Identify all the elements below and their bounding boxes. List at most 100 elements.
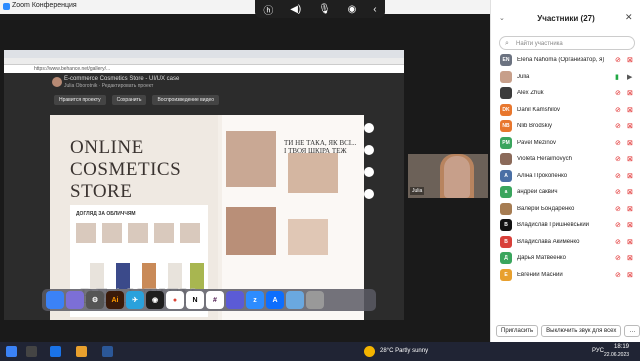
save-button[interactable]: Сохранить	[111, 95, 147, 105]
participant-avatar	[500, 70, 512, 83]
clock-time[interactable]: 18:19	[614, 344, 629, 350]
like-button[interactable]: Нравится проекту	[54, 95, 106, 105]
launchpad-icon[interactable]	[66, 291, 84, 309]
participant-row[interactable]: В Владислав Гришневський ⊘ ⊠	[491, 217, 640, 234]
author-avatar[interactable]	[52, 77, 62, 87]
windows-start-icon[interactable]	[6, 346, 17, 357]
notion-icon[interactable]: N	[186, 291, 204, 309]
participant-row[interactable]: EN Elena Nahoma (Организатор, я) ⊘ ⊠	[491, 52, 640, 69]
participant-row[interactable]: а андрей саквич ⊘ ⊠	[491, 184, 640, 201]
video-off-icon[interactable]: ⊠	[627, 238, 633, 246]
participant-search-input[interactable]: ⌕ Найти участника	[499, 36, 635, 50]
weather-icon[interactable]	[364, 346, 375, 357]
project-subtitle[interactable]: Julia Oborotnik · Редактировать проект	[64, 83, 153, 89]
illustrator-icon[interactable]: Ai	[106, 291, 124, 309]
video-off-icon[interactable]: ⊠	[627, 122, 633, 130]
hp-icon[interactable]: ⓗ	[263, 2, 273, 17]
invite-button[interactable]: Пригласить	[496, 325, 539, 337]
video-off-icon[interactable]: ⊠	[627, 221, 633, 229]
participant-name: Julia	[517, 73, 530, 80]
video-off-icon[interactable]: ⊠	[627, 56, 633, 64]
figma-icon[interactable]: ◉	[146, 291, 164, 309]
self-video-tile[interactable]: Julia	[408, 154, 488, 198]
chrome-icon[interactable]: ●	[166, 291, 184, 309]
settings-icon[interactable]: ⚙	[86, 291, 104, 309]
edge-icon[interactable]	[50, 346, 61, 357]
microphone-muted-icon[interactable]: ⊘	[615, 205, 621, 213]
participant-avatar	[500, 202, 512, 215]
zoom-logo-icon	[3, 3, 10, 10]
file-explorer-icon[interactable]	[76, 346, 87, 357]
microphone-muted-icon[interactable]: ⊘	[615, 254, 621, 262]
microphone-on-icon[interactable]: ▮	[615, 73, 619, 81]
finder-icon[interactable]	[46, 291, 64, 309]
slack-icon[interactable]: #	[206, 291, 224, 309]
microphone-muted-icon[interactable]: ⊘	[615, 106, 621, 114]
video-off-icon[interactable]: ⊠	[627, 188, 633, 196]
video-on-icon[interactable]: ▶	[627, 73, 632, 81]
app-store-icon[interactable]: A	[266, 291, 284, 309]
chevron-left-icon[interactable]: ‹	[373, 4, 376, 15]
trash-icon[interactable]	[306, 291, 324, 309]
zoom-icon[interactable]: z	[246, 291, 264, 309]
microphone-muted-icon[interactable]: ⊘	[615, 155, 621, 163]
participant-name: андрей саквич	[517, 189, 558, 196]
participant-row[interactable]: DK Danil Kamshilov ⊘ ⊠	[491, 102, 640, 119]
search-icon[interactable]	[26, 346, 37, 357]
participant-row[interactable]: Julia ▮ ▶	[491, 69, 640, 86]
microphone-muted-icon[interactable]: ⊘	[615, 139, 621, 147]
word-icon[interactable]	[102, 346, 113, 357]
microphone-muted-icon[interactable]: ⊘	[615, 221, 621, 229]
browser-tab-strip[interactable]	[4, 50, 404, 58]
category-thumb	[128, 223, 148, 243]
video-off-icon[interactable]: ⊠	[627, 254, 633, 262]
weather-text[interactable]: 28°C Partly sunny	[380, 348, 428, 354]
volume-icon[interactable]: ◀)	[290, 4, 301, 15]
participant-row[interactable]: Violeta Heraimovych ⊘ ⊠	[491, 151, 640, 168]
microphone-muted-icon[interactable]: ⊘	[615, 56, 621, 64]
microphone-muted-icon[interactable]: ⊘	[615, 238, 621, 246]
participant-row[interactable]: Валерій Бондаренко ⊘ ⊠	[491, 201, 640, 218]
participant-avatar: В	[500, 219, 512, 232]
folder-icon[interactable]	[286, 291, 304, 309]
app-icon[interactable]	[226, 291, 244, 309]
participant-row[interactable]: Д Дарья Матвеенко ⊘ ⊠	[491, 250, 640, 267]
clock-date[interactable]: 22.06.2023	[604, 352, 629, 358]
video-off-icon[interactable]: ⊠	[627, 155, 633, 163]
more-button[interactable]: …	[624, 325, 640, 337]
keyboard-language[interactable]: РУС	[592, 348, 604, 354]
participants-panel: ⌄ Участники (27) ✕ ⌕ Найти участника EN E…	[490, 0, 640, 342]
microphone-icon[interactable]: 🎙	[318, 4, 331, 15]
participant-row[interactable]: А Аліна Прокопенко ⊘ ⊠	[491, 168, 640, 185]
microphone-muted-icon[interactable]: ⊘	[615, 89, 621, 97]
share-icon[interactable]	[364, 167, 374, 177]
video-off-icon[interactable]: ⊠	[627, 106, 633, 114]
video-off-icon[interactable]: ⊠	[627, 172, 633, 180]
participant-avatar: а	[500, 186, 512, 199]
video-off-icon[interactable]: ⊠	[627, 271, 633, 279]
author-avatar-icon[interactable]	[364, 123, 374, 133]
participant-row[interactable]: В Владислава Акименко ⊘ ⊠	[491, 234, 640, 251]
info-icon[interactable]	[364, 189, 374, 199]
microphone-muted-icon[interactable]: ⊘	[615, 172, 621, 180]
microphone-muted-icon[interactable]: ⊘	[615, 122, 621, 130]
close-icon[interactable]	[364, 145, 374, 155]
participant-name: Владислав Гришневський	[517, 222, 590, 229]
microphone-muted-icon[interactable]: ⊘	[615, 188, 621, 196]
video-off-icon[interactable]: ⊠	[627, 205, 633, 213]
participant-avatar: DK	[500, 103, 512, 116]
broadcast-icon[interactable]: ◉	[348, 4, 357, 15]
participant-row[interactable]: Е Евгений Масний ⊘ ⊠	[491, 267, 640, 284]
mute-all-button[interactable]: Выключить звук для всех	[541, 325, 622, 337]
category-thumb	[180, 223, 200, 243]
bookmarks-bar[interactable]	[4, 58, 404, 65]
participant-row[interactable]: Alex Zhuk ⊘ ⊠	[491, 85, 640, 102]
play-video-button[interactable]: Воспроизведение видео	[152, 95, 220, 105]
telegram-icon[interactable]: ✈	[126, 291, 144, 309]
video-off-icon[interactable]: ⊠	[627, 89, 633, 97]
video-off-icon[interactable]: ⊠	[627, 139, 633, 147]
participant-row[interactable]: PM Pavel Mezinov ⊘ ⊠	[491, 135, 640, 152]
microphone-muted-icon[interactable]: ⊘	[615, 271, 621, 279]
close-icon[interactable]: ✕	[625, 12, 633, 23]
participant-row[interactable]: NB Nlib Brodskiy ⊘ ⊠	[491, 118, 640, 135]
